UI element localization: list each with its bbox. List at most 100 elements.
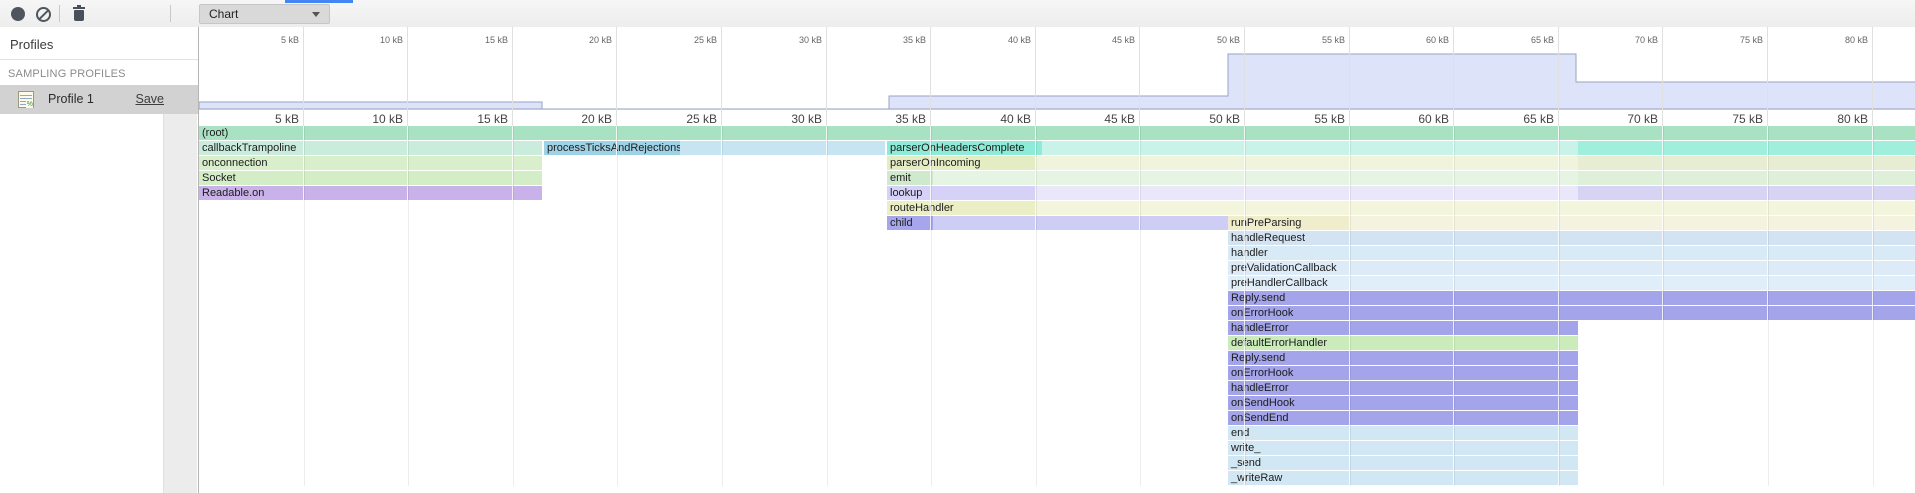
flame-bar-segment[interactable] xyxy=(1036,186,1578,200)
flame-bar-label: Reply.send xyxy=(1228,352,1285,364)
flame-bar-onsendend[interactable]: onSendEnd xyxy=(1228,411,1578,425)
sidebar-scrollbar[interactable] xyxy=(163,114,197,493)
flame-bar-reply-send[interactable]: Reply.send xyxy=(1228,291,1915,305)
toolbar: Chart xyxy=(0,0,1915,28)
gridline xyxy=(1872,126,1874,486)
flame-ruler-tick-label: 75 kB xyxy=(1697,112,1763,126)
flame-bar-send[interactable]: _send xyxy=(1228,456,1578,470)
save-link[interactable]: Save xyxy=(136,92,165,106)
flame-bar-segment[interactable] xyxy=(1042,141,1578,155)
flame-bar-onconnection[interactable]: onconnection xyxy=(199,156,542,170)
flame-bar-label: routeHandler xyxy=(887,202,954,214)
flame-bar-label: (root) xyxy=(199,127,228,139)
gridline xyxy=(930,27,931,126)
overview-ruler-tick-label: 75 kB xyxy=(1707,35,1763,45)
flame-bar-label: end xyxy=(1228,427,1249,439)
gridline xyxy=(1872,27,1873,126)
sidebar-section-sampling-profiles: SAMPLING PROFILES xyxy=(8,68,126,80)
flame-bar-writeraw[interactable]: _writeRaw xyxy=(1228,471,1578,485)
flame-bar-segment[interactable] xyxy=(933,216,1228,230)
flame-bar-segment[interactable] xyxy=(1036,156,1578,170)
flame-bar-handleerror[interactable]: handleError xyxy=(1228,321,1578,335)
flame-bar-segment[interactable] xyxy=(1578,186,1915,200)
overview-ruler-tick-label: 25 kB xyxy=(661,35,717,45)
flame-bar-label: Socket xyxy=(199,172,236,184)
flame-bar-segment[interactable] xyxy=(933,171,1578,185)
flame-bar-defaulterrorhandler[interactable]: defaultErrorHandler xyxy=(1228,336,1578,350)
overview-ruler-tick-label: 45 kB xyxy=(1079,35,1135,45)
flame-bar-reply-send[interactable]: Reply.send xyxy=(1228,351,1578,365)
sidebar-divider xyxy=(0,59,198,60)
flame-bar-socket[interactable]: Socket xyxy=(199,171,542,185)
record-icon[interactable] xyxy=(11,7,25,21)
gridline xyxy=(1453,126,1455,486)
flame-bar-label: onSendHook xyxy=(1228,397,1295,409)
overview-ruler-tick-label: 20 kB xyxy=(556,35,612,45)
flame-bar-onerrorhook[interactable]: onErrorHook xyxy=(1228,306,1915,320)
flame-bar-label: Reply.send xyxy=(1228,292,1285,304)
flame-ruler-tick-label: 65 kB xyxy=(1488,112,1554,126)
view-mode-label: Chart xyxy=(209,7,238,21)
flame-bar-onerrorhook[interactable]: onErrorHook xyxy=(1228,366,1578,380)
flame-bar-prehandlercallback[interactable]: preHandlerCallback xyxy=(1228,276,1915,290)
view-mode-select[interactable]: Chart xyxy=(199,4,330,24)
flame-bar-label: Readable.on xyxy=(199,187,264,199)
flame-bar-segment[interactable] xyxy=(1578,141,1915,155)
flame-bar-lookup[interactable]: lookup xyxy=(887,186,1036,200)
flame-bar-label: handleError xyxy=(1228,322,1288,334)
flame-bar-handleerror[interactable]: handleError xyxy=(1228,381,1578,395)
flame-bar-parseronheaderscomplete[interactable]: parserOnHeadersComplete xyxy=(887,141,1042,155)
toolbar-separator xyxy=(170,5,171,22)
flame-bar-label: parserOnHeadersComplete xyxy=(887,142,1025,154)
gridline xyxy=(1139,126,1141,486)
flame-bar-handler[interactable]: handler xyxy=(1228,246,1915,260)
gridline xyxy=(616,126,618,486)
allocation-overview-chart[interactable] xyxy=(199,48,1915,109)
flame-bar-readable-on[interactable]: Readable.on xyxy=(199,186,542,200)
flame-bar-segment[interactable] xyxy=(1578,156,1915,170)
flame-bar-emit[interactable]: emit xyxy=(887,171,933,185)
flame-bar-processticksandrejections[interactable]: processTicksAndRejections xyxy=(544,141,680,155)
dropdown-arrow-icon xyxy=(312,12,320,17)
flame-ruler-tick-label: 15 kB xyxy=(442,112,508,126)
toolbar-separator xyxy=(59,5,60,22)
flame-bar-parseronincoming[interactable]: parserOnIncoming xyxy=(887,156,1036,170)
flame-bar-callbacktrampoline[interactable]: callbackTrampoline xyxy=(199,141,542,155)
flame-bar-child[interactable]: child xyxy=(887,216,933,230)
gridline xyxy=(826,27,827,126)
flame-bar-label: preHandlerCallback xyxy=(1228,277,1328,289)
trash-icon[interactable] xyxy=(72,7,86,21)
gridline xyxy=(1453,27,1454,126)
gridline xyxy=(512,126,514,486)
overview-divider xyxy=(199,109,1915,110)
flame-bar-label: parserOnIncoming xyxy=(887,157,981,169)
overview-ruler-tick-label: 35 kB xyxy=(870,35,926,45)
gridline xyxy=(721,27,722,126)
sidebar-item-profile-1[interactable]: Profile 1 Save xyxy=(0,85,198,114)
flame-bar-end[interactable]: end xyxy=(1228,426,1578,440)
flame-bar-write[interactable]: write_ xyxy=(1228,441,1578,455)
flame-bar-runpreparsing[interactable]: runPreParsing xyxy=(1228,216,1350,230)
flame-bar-label: handler xyxy=(1228,247,1268,259)
gridline xyxy=(1349,27,1350,126)
flame-bar-handlerequest[interactable]: handleRequest xyxy=(1228,231,1915,245)
flame-bar-routehandler[interactable]: routeHandler xyxy=(887,201,1036,215)
flame-ruler-tick-label: 45 kB xyxy=(1069,112,1135,126)
flame-ruler-tick-label: 20 kB xyxy=(546,112,612,126)
flame-bar-onsendhook[interactable]: onSendHook xyxy=(1228,396,1578,410)
flame-bar-label: child xyxy=(887,217,913,229)
clear-icon[interactable] xyxy=(36,7,51,22)
flame-bar-root[interactable]: (root) xyxy=(199,126,1915,140)
sidebar-title: Profiles xyxy=(10,37,53,52)
flame-bar-label: callbackTrampoline xyxy=(199,142,296,154)
profile-name: Profile 1 xyxy=(48,92,94,106)
flame-bar-segment[interactable] xyxy=(1578,171,1915,185)
flame-bar-segment[interactable] xyxy=(1036,201,1915,215)
flame-bar-segment[interactable] xyxy=(1350,216,1915,230)
flame-bar-prevalidationcallback[interactable]: preValidationCallback xyxy=(1228,261,1915,275)
flame-bar-segment[interactable] xyxy=(680,141,885,155)
flame-ruler-tick-label: 60 kB xyxy=(1383,112,1449,126)
web-inspector-profiler: Chart Profiles SAMPLING PROFILES Profile… xyxy=(0,0,1915,493)
overview-ruler-tick-label: 65 kB xyxy=(1498,35,1554,45)
flame-ruler-tick-label: 50 kB xyxy=(1174,112,1240,126)
